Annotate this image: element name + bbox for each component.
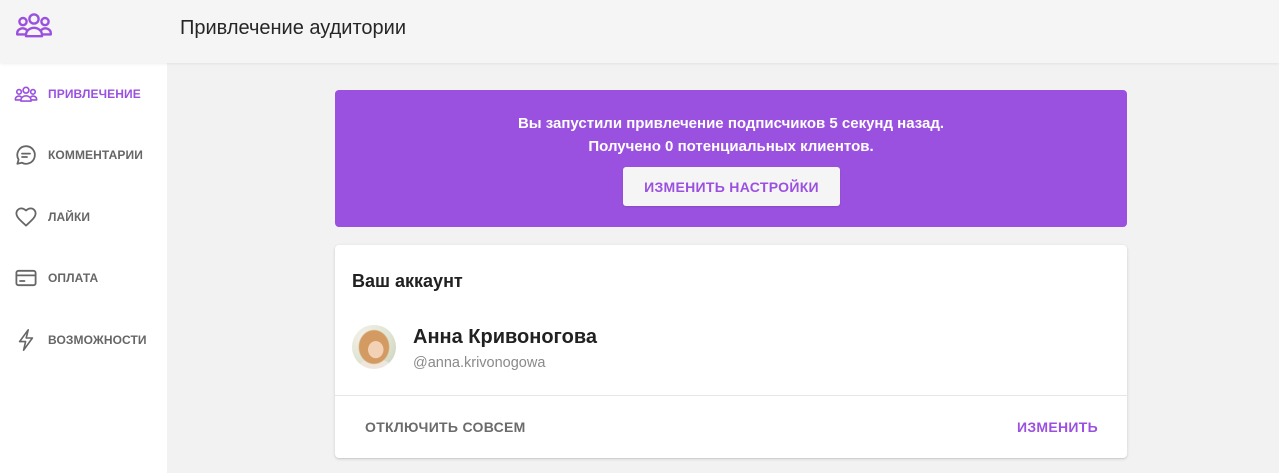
- sidebar: ПРИВЛЕЧЕНИЕ КОММЕНТАРИИ ЛАЙКИ ОПЛАТА ВОЗ…: [0, 63, 167, 473]
- card-title: Ваш аккаунт: [352, 271, 463, 291]
- app-root: Привлечение аудитории ПРИВЛЕЧЕНИЕ КОММЕН…: [0, 0, 1279, 473]
- banner-text: Вы запустили привлечение подписчиков 5 с…: [335, 112, 1127, 158]
- sidebar-item-label: ВОЗМОЖНОСТИ: [48, 332, 147, 347]
- banner-status-text: Вы запустили привлечение подписчиков 5 с…: [517, 115, 945, 132]
- sidebar-item-likes[interactable]: ЛАЙКИ: [0, 186, 167, 248]
- lightning-icon: [14, 328, 38, 352]
- users-group-icon: [15, 12, 53, 38]
- banner-leads-text: Получено 0 потенциальных клиентов.: [588, 138, 874, 155]
- sidebar-item-comments[interactable]: КОММЕНТАРИИ: [0, 125, 167, 187]
- users-group-icon: [14, 82, 38, 106]
- disable-completely-button[interactable]: ОТКЛЮЧИТЬ СОВСЕМ: [352, 410, 539, 444]
- main-content: Вы запустили привлечение подписчиков 5 с…: [167, 63, 1279, 473]
- sidebar-item-label: ПРИВЛЕЧЕНИЕ: [48, 86, 141, 101]
- sidebar-item-features[interactable]: ВОЗМОЖНОСТИ: [0, 309, 167, 371]
- sidebar-item-attraction[interactable]: ПРИВЛЕЧЕНИЕ: [0, 63, 167, 125]
- credit-card-icon: [14, 266, 38, 290]
- edit-account-button[interactable]: ИЗМЕНИТЬ: [1004, 410, 1111, 444]
- page-title: Привлечение аудитории: [180, 17, 407, 39]
- account-name: Анна Кривоногова: [413, 326, 597, 348]
- sidebar-item-label: ОПЛАТА: [48, 271, 99, 286]
- change-settings-button[interactable]: ИЗМЕНИТЬ НАСТРОЙКИ: [623, 167, 840, 206]
- sidebar-item-label: КОММЕНТАРИИ: [48, 148, 143, 163]
- top-bar: Привлечение аудитории: [0, 0, 1279, 63]
- comment-icon: [14, 143, 38, 167]
- account-username: @anna.krivonogowa: [413, 355, 546, 371]
- status-banner: Вы запустили привлечение подписчиков 5 с…: [335, 90, 1127, 227]
- sidebar-item-payment[interactable]: ОПЛАТА: [0, 248, 167, 310]
- divider: [335, 395, 1127, 396]
- sidebar-item-label: ЛАЙКИ: [48, 209, 91, 224]
- heart-icon: [14, 205, 38, 229]
- account-card: Ваш аккаунт Анна Кривоногова @anna.krivo…: [335, 245, 1127, 458]
- avatar: [352, 325, 396, 369]
